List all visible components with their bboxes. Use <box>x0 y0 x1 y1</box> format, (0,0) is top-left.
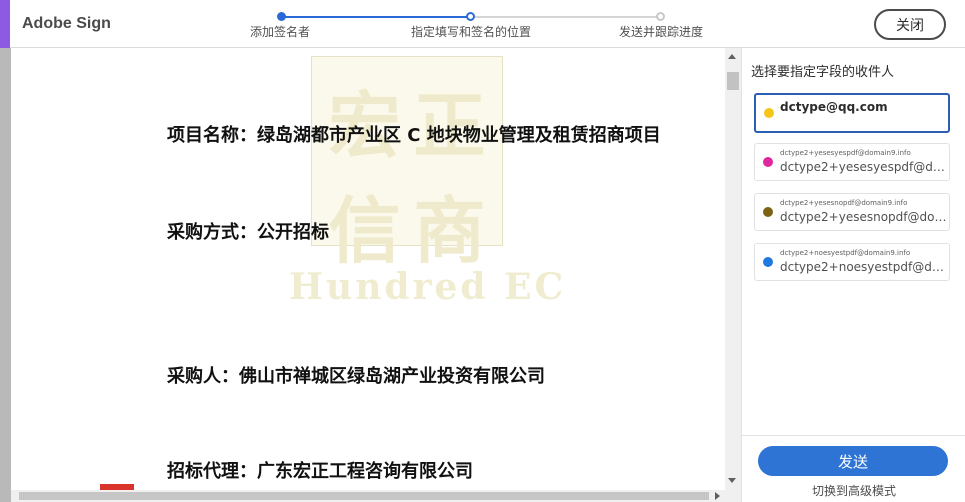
recipient-email: dctype2+yesesyespdf@domain9.info <box>780 160 948 174</box>
document-line-method: 采购方式：公开招标 <box>167 222 329 243</box>
vertical-scrollbar[interactable] <box>725 48 741 490</box>
watermark-seal-glyphs: 宏 正 信 商 <box>322 67 492 273</box>
step-3-dot <box>656 12 665 21</box>
document-line-project: 项目名称：绿岛湖都市产业区 C 地块物业管理及租赁招商项目 <box>167 125 661 146</box>
panel-title: 选择要指定字段的收件人 <box>751 65 895 80</box>
recipient-color-dot <box>763 257 773 267</box>
step-2-dot <box>466 12 475 21</box>
step-2-label[interactable]: 指定填写和签名的位置 <box>411 23 531 40</box>
recipient-email: dctype2+noesyestpdf@domain9.info <box>780 260 948 274</box>
document-line-purchaser: 采购人：佛山市禅城区绿岛湖产业投资有限公司 <box>167 366 545 387</box>
recipient-email-small: dctype2+noesyestpdf@domain9.info <box>780 249 911 257</box>
seal-glyph: 正 <box>413 83 486 168</box>
recipient-color-dot <box>763 207 773 217</box>
vertical-scroll-thumb[interactable] <box>727 72 739 90</box>
horizontal-scroll-thumb[interactable] <box>19 492 709 500</box>
close-button[interactable]: 关闭 <box>874 9 946 40</box>
recipient-item-4[interactable]: dctype2+noesyestpdf@domain9.info dctype2… <box>754 243 950 281</box>
recipient-email-small: dctype2+yesesyespdf@domain9.info <box>780 149 911 157</box>
watermark-seal: 宏 正 信 商 <box>311 56 503 273</box>
recipient-email-small: dctype2+yesesnopdf@domain9.info <box>780 199 908 207</box>
scroll-down-icon[interactable] <box>728 478 736 483</box>
scroll-right-icon[interactable] <box>715 492 720 500</box>
step-1-label[interactable]: 添加签名者 <box>250 23 310 40</box>
recipient-item-1[interactable]: dctype@qq.com <box>754 93 950 133</box>
step-3-label[interactable]: 发送并跟踪进度 <box>619 23 703 40</box>
recipient-item-2[interactable]: dctype2+yesesyespdf@domain9.info dctype2… <box>754 143 950 181</box>
advanced-mode-link[interactable]: 切换到高级模式 <box>742 482 965 499</box>
panel-divider <box>742 435 965 436</box>
app-brand: Adobe Sign <box>22 15 111 32</box>
app-header: Adobe Sign 添加签名者 指定填写和签名的位置 发送并跟踪进度 关闭 <box>0 0 965 48</box>
document-canvas[interactable]: 宏 正 信 商 Hundred EC 项目名称：绿岛湖都市产业区 C 地块物业管… <box>11 48 725 490</box>
brand-accent-bar <box>0 0 10 48</box>
steps-progress <box>281 16 471 18</box>
recipient-color-dot <box>763 157 773 167</box>
recipient-email: dctype2+yesesnopdf@domain9.info <box>780 210 948 224</box>
recipient-color-dot <box>764 108 774 118</box>
seal-glyph: 宏 <box>328 83 401 168</box>
step-1-dot <box>277 12 286 21</box>
horizontal-scrollbar[interactable] <box>11 490 741 502</box>
scroll-up-icon[interactable] <box>728 54 736 59</box>
seal-glyph: 商 <box>413 188 486 273</box>
watermark-text: Hundred EC <box>289 266 567 308</box>
left-gutter <box>0 48 11 502</box>
recipient-panel: 选择要指定字段的收件人 dctype@qq.com dctype2+yesesy… <box>741 48 965 502</box>
document-line-agent: 招标代理：广东宏正工程咨询有限公司 <box>167 461 473 482</box>
seal-glyph: 信 <box>328 188 401 273</box>
recipient-email: dctype@qq.com <box>780 100 888 114</box>
recipient-item-3[interactable]: dctype2+yesesnopdf@domain9.info dctype2+… <box>754 193 950 231</box>
send-button[interactable]: 发送 <box>758 446 948 476</box>
